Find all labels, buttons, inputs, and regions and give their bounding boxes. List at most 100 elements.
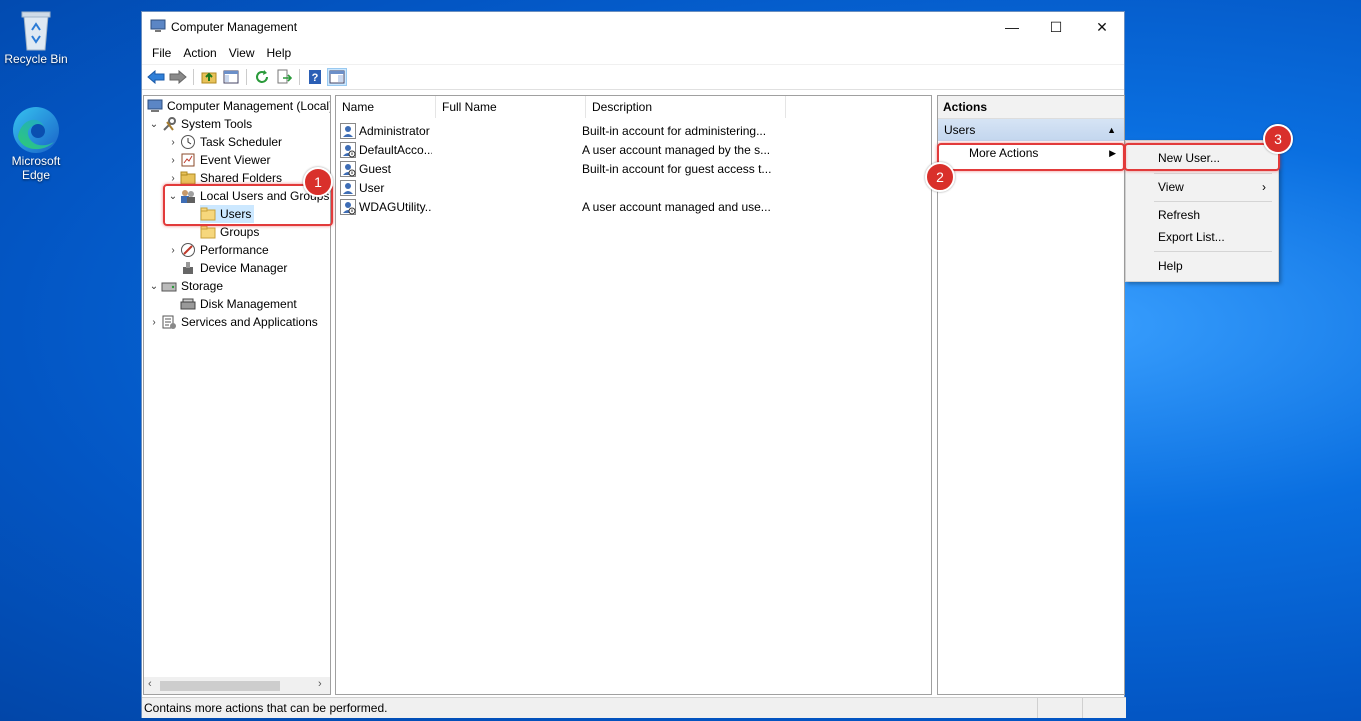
tree-item-task-scheduler[interactable]: › Task Scheduler xyxy=(166,133,282,151)
export-list-icon xyxy=(277,69,292,84)
tree-label: Computer Management (Local) xyxy=(167,99,331,113)
list-item[interactable]: User xyxy=(340,178,782,197)
status-bar: Contains more actions that can be perfor… xyxy=(142,697,1126,718)
annotation-highlight-new-user xyxy=(1124,143,1280,171)
recycle-bin-label: Recycle Bin xyxy=(4,52,68,66)
menu-file[interactable]: File xyxy=(146,46,177,60)
scroll-right-icon[interactable]: › xyxy=(318,678,322,690)
user-description: A user account managed by the s... xyxy=(582,142,771,157)
show-hide-tree-icon xyxy=(223,70,239,84)
tree-item-services-applications[interactable]: › Services and Applications xyxy=(147,313,318,331)
show-hide-console-tree-button[interactable] xyxy=(221,68,241,86)
user-description: Built-in account for guest access t... xyxy=(582,161,772,176)
close-icon: ✕ xyxy=(1096,18,1108,35)
up-one-level-button[interactable] xyxy=(199,68,219,86)
tree-label: Device Manager xyxy=(200,261,288,275)
tree-item-performance[interactable]: › Performance xyxy=(166,241,269,259)
tree-item-storage[interactable]: ⌄ Storage xyxy=(147,277,223,295)
tree-item-event-viewer[interactable]: › Event Viewer xyxy=(166,151,270,169)
tree-label: Groups xyxy=(220,225,260,239)
menu-view[interactable]: View xyxy=(223,46,261,60)
storage-icon xyxy=(161,282,177,292)
minimize-button[interactable]: — xyxy=(989,12,1035,42)
menu-help[interactable]: Help xyxy=(261,46,298,60)
collapse-triangle-icon[interactable]: ▲ xyxy=(1107,119,1116,141)
event-viewer-icon xyxy=(181,153,195,167)
user-icon xyxy=(340,179,356,196)
chevron-down-icon[interactable]: ⌄ xyxy=(147,119,161,130)
help-icon: ? xyxy=(309,70,321,84)
tree-item-device-manager[interactable]: Device Manager xyxy=(180,259,287,277)
chevron-right-icon[interactable]: › xyxy=(166,155,180,166)
computer-management-icon xyxy=(150,19,166,32)
menu-action[interactable]: Action xyxy=(177,46,222,60)
user-description: A user account managed and use... xyxy=(582,199,771,214)
scrollbar-thumb[interactable] xyxy=(160,681,280,691)
title-bar[interactable]: Computer Management — ☐ ✕ xyxy=(142,12,1124,42)
menu-item-export-list[interactable]: Export List... xyxy=(1126,226,1276,248)
refresh-button[interactable] xyxy=(252,68,272,86)
edge-icon xyxy=(10,104,62,156)
tree-item-disk-management[interactable]: Disk Management xyxy=(180,295,297,313)
menu-item-refresh[interactable]: Refresh xyxy=(1126,204,1276,226)
menu-label: Export List... xyxy=(1158,230,1225,244)
chevron-right-icon[interactable]: › xyxy=(166,245,180,256)
actions-section-users[interactable]: Users ▲ xyxy=(938,119,1124,141)
services-icon xyxy=(162,315,176,329)
column-description[interactable]: Description xyxy=(586,96,786,118)
refresh-icon xyxy=(256,70,268,83)
column-full-name[interactable]: Full Name xyxy=(436,96,586,118)
disabled-user-icon xyxy=(340,198,356,215)
tools-icon xyxy=(163,117,176,131)
menu-label: Help xyxy=(1158,259,1183,273)
list-item[interactable]: Administrator Built-in account for admin… xyxy=(340,121,782,140)
toolbar-separator xyxy=(299,69,300,85)
export-list-button[interactable] xyxy=(274,68,294,86)
menu-item-help[interactable]: Help xyxy=(1126,255,1276,277)
desktop-edge[interactable]: Microsoft Edge xyxy=(1,104,71,182)
column-name[interactable]: Name xyxy=(336,96,436,118)
tree-label: Event Viewer xyxy=(200,153,271,167)
maximize-button[interactable]: ☐ xyxy=(1033,12,1079,42)
desktop-recycle-bin[interactable]: Recycle Bin xyxy=(1,8,71,66)
tree-label: Shared Folders xyxy=(200,171,283,185)
forward-button[interactable] xyxy=(168,68,188,86)
tree-item-root[interactable]: Computer Management (Local) xyxy=(147,97,331,115)
user-name: Administrator xyxy=(359,123,430,138)
properties-icon xyxy=(329,70,345,84)
tree-item-system-tools[interactable]: ⌄ System Tools xyxy=(147,115,252,133)
list-item[interactable]: DefaultAcco... A user account managed by… xyxy=(340,140,782,159)
menu-bar: File Action View Help xyxy=(142,42,1124,64)
status-divider xyxy=(1082,698,1083,718)
chevron-right-icon: › xyxy=(1262,180,1266,194)
menu-separator xyxy=(1154,173,1272,174)
chevron-right-icon[interactable]: › xyxy=(166,173,180,184)
toolbar-separator xyxy=(246,69,247,85)
annotation-badge-3: 3 xyxy=(1263,124,1293,154)
minimize-icon: — xyxy=(1005,19,1019,35)
chevron-right-icon[interactable]: › xyxy=(166,137,180,148)
chevron-down-icon[interactable]: ⌄ xyxy=(147,281,161,292)
tree-horizontal-scrollbar[interactable]: ‹ › xyxy=(144,677,330,694)
performance-icon xyxy=(181,243,195,257)
status-divider xyxy=(1037,698,1038,718)
maximize-icon: ☐ xyxy=(1049,18,1063,35)
menu-item-view[interactable]: View › xyxy=(1126,176,1276,198)
status-text: Contains more actions that can be perfor… xyxy=(144,701,388,715)
clock-icon xyxy=(181,135,195,149)
scroll-left-icon[interactable]: ‹ xyxy=(148,678,152,690)
list-item[interactable]: Guest Built-in account for guest access … xyxy=(340,159,782,178)
users-list-view: Name Full Name Description Administrator… xyxy=(335,95,932,695)
list-item[interactable]: WDAGUtility... A user account managed an… xyxy=(340,197,782,216)
close-button[interactable]: ✕ xyxy=(1079,12,1125,42)
tree-label: System Tools xyxy=(181,117,253,131)
help-button[interactable]: ? xyxy=(305,68,325,86)
user-name: WDAGUtility... xyxy=(359,199,432,214)
menu-separator xyxy=(1154,201,1272,202)
svg-text:?: ? xyxy=(312,72,319,84)
properties-button[interactable] xyxy=(327,68,347,86)
chevron-right-icon[interactable]: › xyxy=(147,317,161,328)
computer-management-window: Computer Management — ☐ ✕ File Action Vi… xyxy=(141,11,1126,718)
tree-label: Performance xyxy=(200,243,269,257)
back-button[interactable] xyxy=(146,68,166,86)
